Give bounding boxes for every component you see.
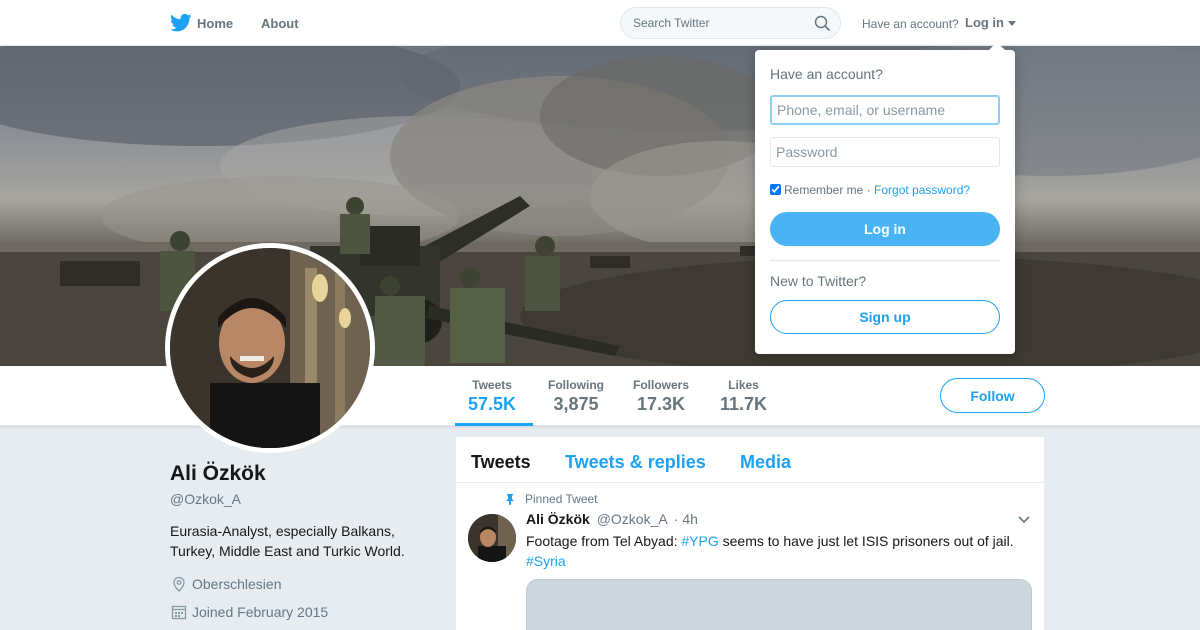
signup-button[interactable]: Sign up [770, 300, 1000, 334]
pinned-label: Pinned Tweet [525, 492, 598, 506]
location-text: Oberschlesien [192, 576, 282, 592]
profile-location: Oberschlesien [170, 576, 282, 592]
tweet-text-part: seems to have just let ISIS prisoners ou… [718, 533, 1014, 549]
caret-down-icon[interactable] [1008, 21, 1016, 26]
profile-avatar[interactable] [165, 243, 375, 453]
login-button[interactable]: Log in [770, 212, 1000, 246]
tab-media[interactable]: Media [740, 452, 791, 473]
stat-tweets[interactable]: Tweets 57.5K [468, 378, 516, 415]
tweet-handle[interactable]: @Ozkok_A [597, 511, 667, 527]
divider [770, 260, 1000, 261]
tweet-time[interactable]: · 4h [674, 511, 698, 527]
login-dropdown: Have an account? Remember me · Forgot pa… [755, 42, 1015, 354]
profile-name[interactable]: Ali Özkök [170, 462, 266, 486]
username-field[interactable] [770, 95, 1000, 125]
location-pin-icon [173, 576, 185, 592]
stat-value: 57.5K [468, 394, 517, 414]
tweet-media[interactable] [526, 579, 1032, 630]
follow-button[interactable]: Follow [940, 378, 1045, 413]
stat-label: Followers [633, 378, 690, 392]
hashtag-link[interactable]: #Syria [526, 553, 566, 569]
have-account-text: Have an account? [862, 17, 959, 31]
tab-tweets-replies[interactable]: Tweets & replies [565, 452, 706, 473]
profile-joined: Joined February 2015 [170, 604, 328, 620]
chevron-down-icon[interactable] [1017, 515, 1031, 525]
hashtag-link[interactable]: #YPG [681, 533, 718, 549]
tweet-header: Ali Özkök @Ozkok_A · 4h [526, 511, 698, 527]
login-menu-link[interactable]: Log in [965, 15, 1004, 30]
stat-label: Tweets [472, 378, 512, 392]
separator-dot: · [863, 183, 875, 197]
stat-label: Likes [728, 378, 759, 392]
stat-value: 3,875 [553, 394, 599, 414]
nav-about-link[interactable]: About [261, 16, 299, 31]
forgot-password-link[interactable]: Forgot password? [874, 183, 970, 197]
nav-home-link[interactable]: Home [197, 16, 233, 31]
remember-checkbox[interactable] [770, 184, 781, 195]
tweet-avatar[interactable] [468, 514, 516, 562]
new-to-twitter-text: New to Twitter? [770, 273, 867, 289]
stat-likes[interactable]: Likes 11.7K [720, 378, 767, 415]
active-stat-underline [455, 423, 533, 426]
timeline: Tweets Tweets & replies Media Pinned Twe… [456, 437, 1044, 630]
password-field[interactable] [770, 137, 1000, 167]
twitter-bird-icon[interactable] [170, 13, 192, 33]
tweet-text: Footage from Tel Abyad: #YPG seems to ha… [526, 531, 1026, 571]
tweet-text-part: Footage from Tel Abyad: [526, 533, 682, 549]
joined-text: Joined February 2015 [192, 604, 329, 620]
remember-row: Remember me · Forgot password? [770, 183, 970, 197]
tab-tweets[interactable]: Tweets [471, 452, 531, 473]
stat-following[interactable]: Following 3,875 [548, 378, 604, 415]
profile-bio: Eurasia-Analyst, especially Balkans, Tur… [170, 523, 405, 559]
profile-handle[interactable]: @Ozkok_A [170, 491, 241, 507]
calendar-icon [171, 605, 187, 620]
stat-followers[interactable]: Followers 17.3K [633, 378, 689, 415]
tweet-author[interactable]: Ali Özkök [526, 511, 590, 527]
search-box [620, 7, 841, 39]
pin-icon [506, 494, 514, 505]
stat-value: 17.3K [636, 394, 686, 414]
stat-label: Following [548, 378, 604, 392]
search-input[interactable] [621, 8, 801, 38]
stat-value: 11.7K [720, 394, 768, 414]
search-icon[interactable] [814, 15, 830, 31]
timeline-tabs: Tweets Tweets & replies Media [456, 437, 1044, 483]
dropdown-arrow [989, 42, 1005, 50]
dropdown-title: Have an account? [770, 66, 883, 82]
remember-label[interactable]: Remember me [784, 183, 863, 197]
top-nav: Home About Have an account? Log in [0, 0, 1200, 46]
